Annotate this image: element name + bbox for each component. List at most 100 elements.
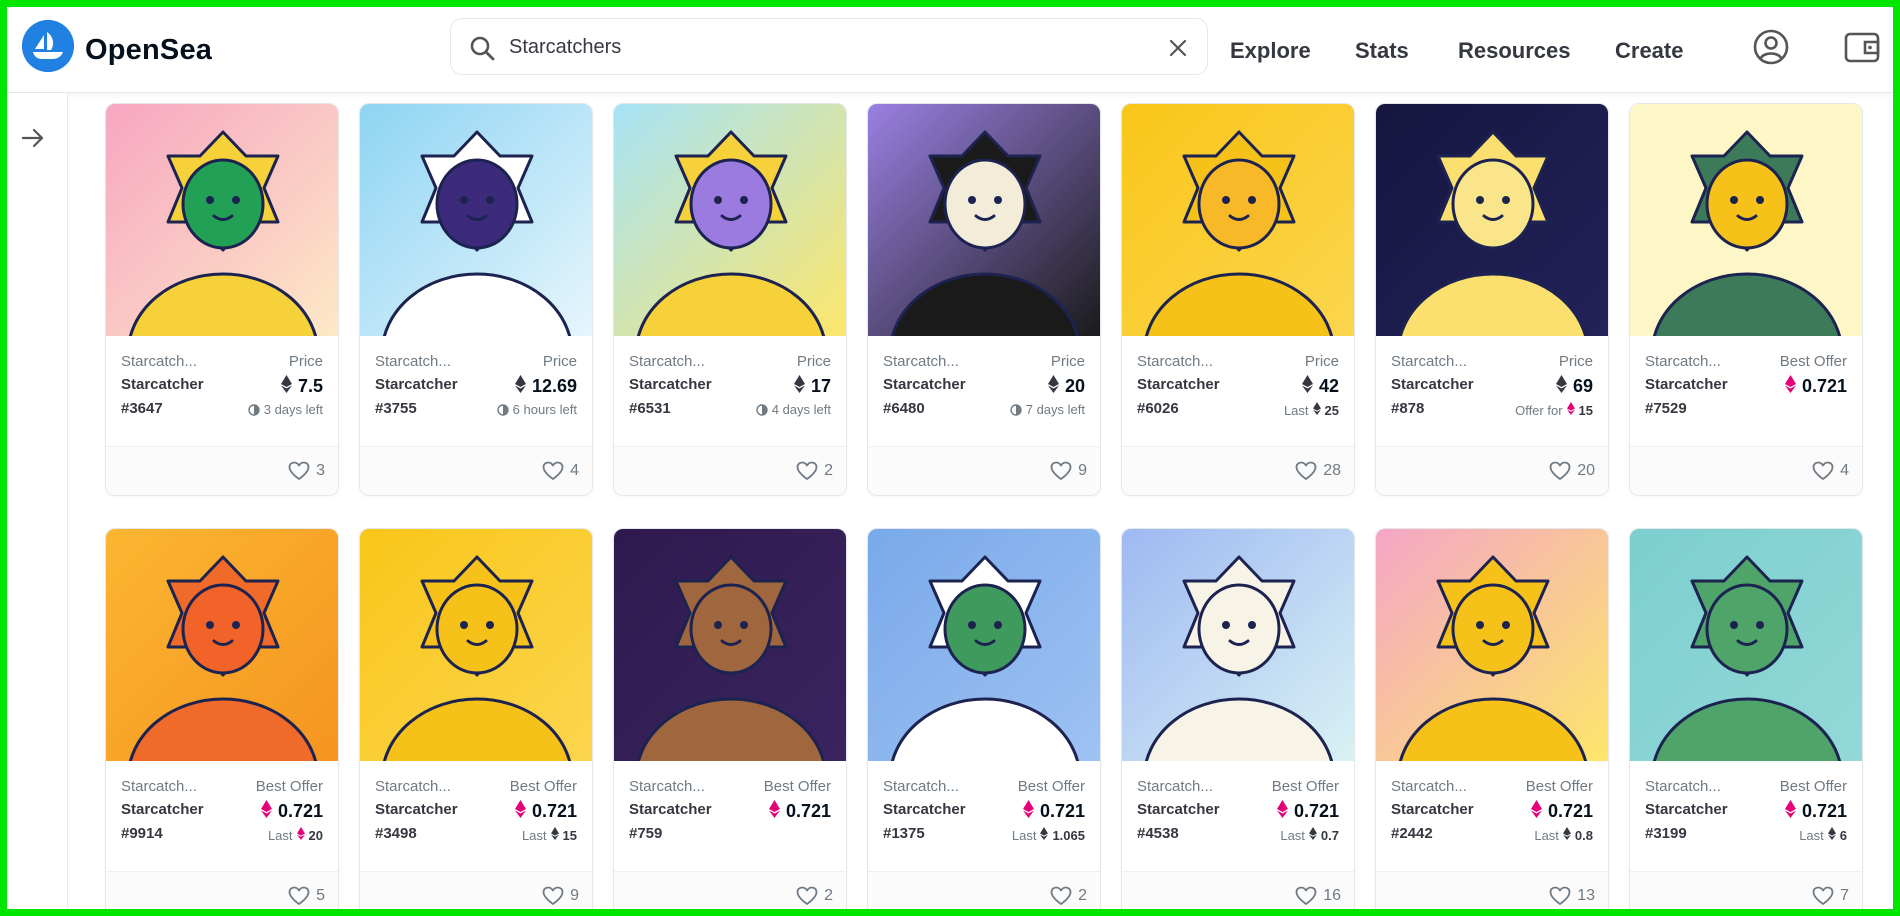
nft-card[interactable]: Starcatch... Starcatcher #6480 Price 20 … <box>867 103 1101 496</box>
like-count: 20 <box>1577 462 1595 479</box>
nft-number: #6531 <box>629 400 671 417</box>
favorite-button[interactable]: 28 <box>1295 461 1341 481</box>
card-footer: 4 <box>1630 446 1862 495</box>
collection-name[interactable]: Starcatch... <box>1645 778 1721 795</box>
wallet-icon[interactable] <box>1843 29 1881 65</box>
nft-image[interactable] <box>1122 104 1354 336</box>
price-value: 0.721 <box>531 801 577 821</box>
nft-card[interactable]: Starcatch... Starcatcher #2442 Best Offe… <box>1375 528 1609 909</box>
card-footer: 28 <box>1122 446 1354 495</box>
nft-image[interactable] <box>1376 104 1608 336</box>
nft-card[interactable]: Starcatch... Starcatcher #3755 Price 12.… <box>359 103 593 496</box>
nft-card[interactable]: Starcatch... Starcatcher #6026 Price 42 … <box>1121 103 1355 496</box>
favorite-button[interactable]: 20 <box>1549 461 1595 481</box>
nft-card[interactable]: Starcatch... Starcatcher #3647 Price 7.5… <box>105 103 339 496</box>
nft-number: #4538 <box>1137 825 1179 842</box>
nft-card[interactable]: Starcatch... Starcatcher #9914 Best Offe… <box>105 528 339 909</box>
eth-icon <box>1530 800 1542 823</box>
nft-card[interactable]: Starcatch... Starcatcher #759 Best Offer… <box>613 528 847 909</box>
price-value: 0.721 <box>1801 801 1847 821</box>
price-label: Price <box>542 353 577 370</box>
clear-search-icon[interactable] <box>1167 37 1189 59</box>
card-footer: 5 <box>106 871 338 909</box>
nft-image[interactable] <box>106 529 338 761</box>
sub-value: 25 <box>1324 402 1339 418</box>
search-input[interactable]: Starcatchers <box>509 36 621 59</box>
collection-name[interactable]: Starcatch... <box>1391 353 1467 370</box>
price-value: 0.721 <box>277 801 323 821</box>
nft-image[interactable] <box>360 104 592 336</box>
favorite-button[interactable]: 3 <box>288 461 325 481</box>
nft-card[interactable]: Starcatch... Starcatcher #3199 Best Offe… <box>1629 528 1863 909</box>
nft-image[interactable] <box>868 104 1100 336</box>
favorite-button[interactable]: 5 <box>288 886 325 906</box>
nav-resources[interactable]: Resources <box>1458 38 1571 64</box>
nft-image[interactable] <box>1376 529 1608 761</box>
nft-image[interactable] <box>106 104 338 336</box>
nav-explore[interactable]: Explore <box>1230 38 1311 64</box>
eth-icon <box>1040 827 1049 843</box>
nft-image[interactable] <box>360 529 592 761</box>
favorite-button[interactable]: 13 <box>1549 886 1595 906</box>
card-footer: 7 <box>1630 871 1862 909</box>
favorite-button[interactable]: 2 <box>796 461 833 481</box>
favorite-button[interactable]: 4 <box>1812 461 1849 481</box>
heart-icon <box>1050 886 1072 905</box>
eth-icon <box>768 800 780 823</box>
price-value: 20 <box>1064 376 1085 396</box>
favorite-button[interactable]: 2 <box>796 886 833 906</box>
nft-image[interactable] <box>868 529 1100 761</box>
heart-icon <box>1812 886 1834 905</box>
account-icon[interactable] <box>1752 28 1790 66</box>
nav-create[interactable]: Create <box>1615 38 1683 64</box>
sub-value: 0.7 <box>1320 827 1339 843</box>
favorite-button[interactable]: 7 <box>1812 886 1849 906</box>
nft-card[interactable]: Starcatch... Starcatcher #878 Price 69 O… <box>1375 103 1609 496</box>
favorite-button[interactable]: 2 <box>1050 886 1087 906</box>
collection-name[interactable]: Starcatch... <box>121 353 197 370</box>
price-subtext: Last 1.065 <box>1012 827 1085 843</box>
favorite-button[interactable]: 9 <box>1050 461 1087 481</box>
nav-stats[interactable]: Stats <box>1355 38 1409 64</box>
heart-icon <box>1295 461 1317 480</box>
nft-card[interactable]: Starcatch... Starcatcher #6531 Price 17 … <box>613 103 847 496</box>
collection-name[interactable]: Starcatch... <box>1137 778 1213 795</box>
search-bar[interactable]: Starcatchers <box>450 18 1208 75</box>
collection-name[interactable]: Starcatch... <box>1391 778 1467 795</box>
nft-image[interactable] <box>1122 529 1354 761</box>
nft-card[interactable]: Starcatch... Starcatcher #7529 Best Offe… <box>1629 103 1863 496</box>
card-footer: 4 <box>360 446 592 495</box>
nft-card[interactable]: Starcatch... Starcatcher #4538 Best Offe… <box>1121 528 1355 909</box>
expand-filters-arrow-icon[interactable] <box>19 124 47 152</box>
collection-name[interactable]: Starcatch... <box>1645 353 1721 370</box>
heart-icon <box>542 461 564 480</box>
nft-image[interactable] <box>614 104 846 336</box>
nft-image[interactable] <box>1630 104 1862 336</box>
brand-name[interactable]: OpenSea <box>85 34 212 67</box>
collection-name[interactable]: Starcatch... <box>883 778 959 795</box>
card-footer: 3 <box>106 446 338 495</box>
like-count: 2 <box>824 887 833 904</box>
nft-title: Starcatcher <box>121 801 204 818</box>
collection-name[interactable]: Starcatch... <box>883 353 959 370</box>
favorite-button[interactable]: 9 <box>542 886 579 906</box>
collection-name[interactable]: Starcatch... <box>629 778 705 795</box>
favorite-button[interactable]: 4 <box>542 461 579 481</box>
collection-name[interactable]: Starcatch... <box>1137 353 1213 370</box>
price-label: Best Offer <box>763 778 831 795</box>
collection-name[interactable]: Starcatch... <box>121 778 197 795</box>
nft-image[interactable] <box>1630 529 1862 761</box>
price-label: Best Offer <box>1525 778 1593 795</box>
nft-card[interactable]: Starcatch... Starcatcher #1375 Best Offe… <box>867 528 1101 909</box>
collection-name[interactable]: Starcatch... <box>629 353 705 370</box>
collection-name[interactable]: Starcatch... <box>375 353 451 370</box>
price-subtext: Last 25 <box>1284 402 1339 418</box>
heart-icon <box>1295 886 1317 905</box>
nft-card[interactable]: Starcatch... Starcatcher #3498 Best Offe… <box>359 528 593 909</box>
nft-image[interactable] <box>614 529 846 761</box>
opensea-logo-icon[interactable] <box>22 20 74 72</box>
price-subtext: Offer for 15 <box>1515 402 1593 418</box>
favorite-button[interactable]: 16 <box>1295 886 1341 906</box>
collection-name[interactable]: Starcatch... <box>375 778 451 795</box>
price: 7.5 <box>280 375 323 398</box>
